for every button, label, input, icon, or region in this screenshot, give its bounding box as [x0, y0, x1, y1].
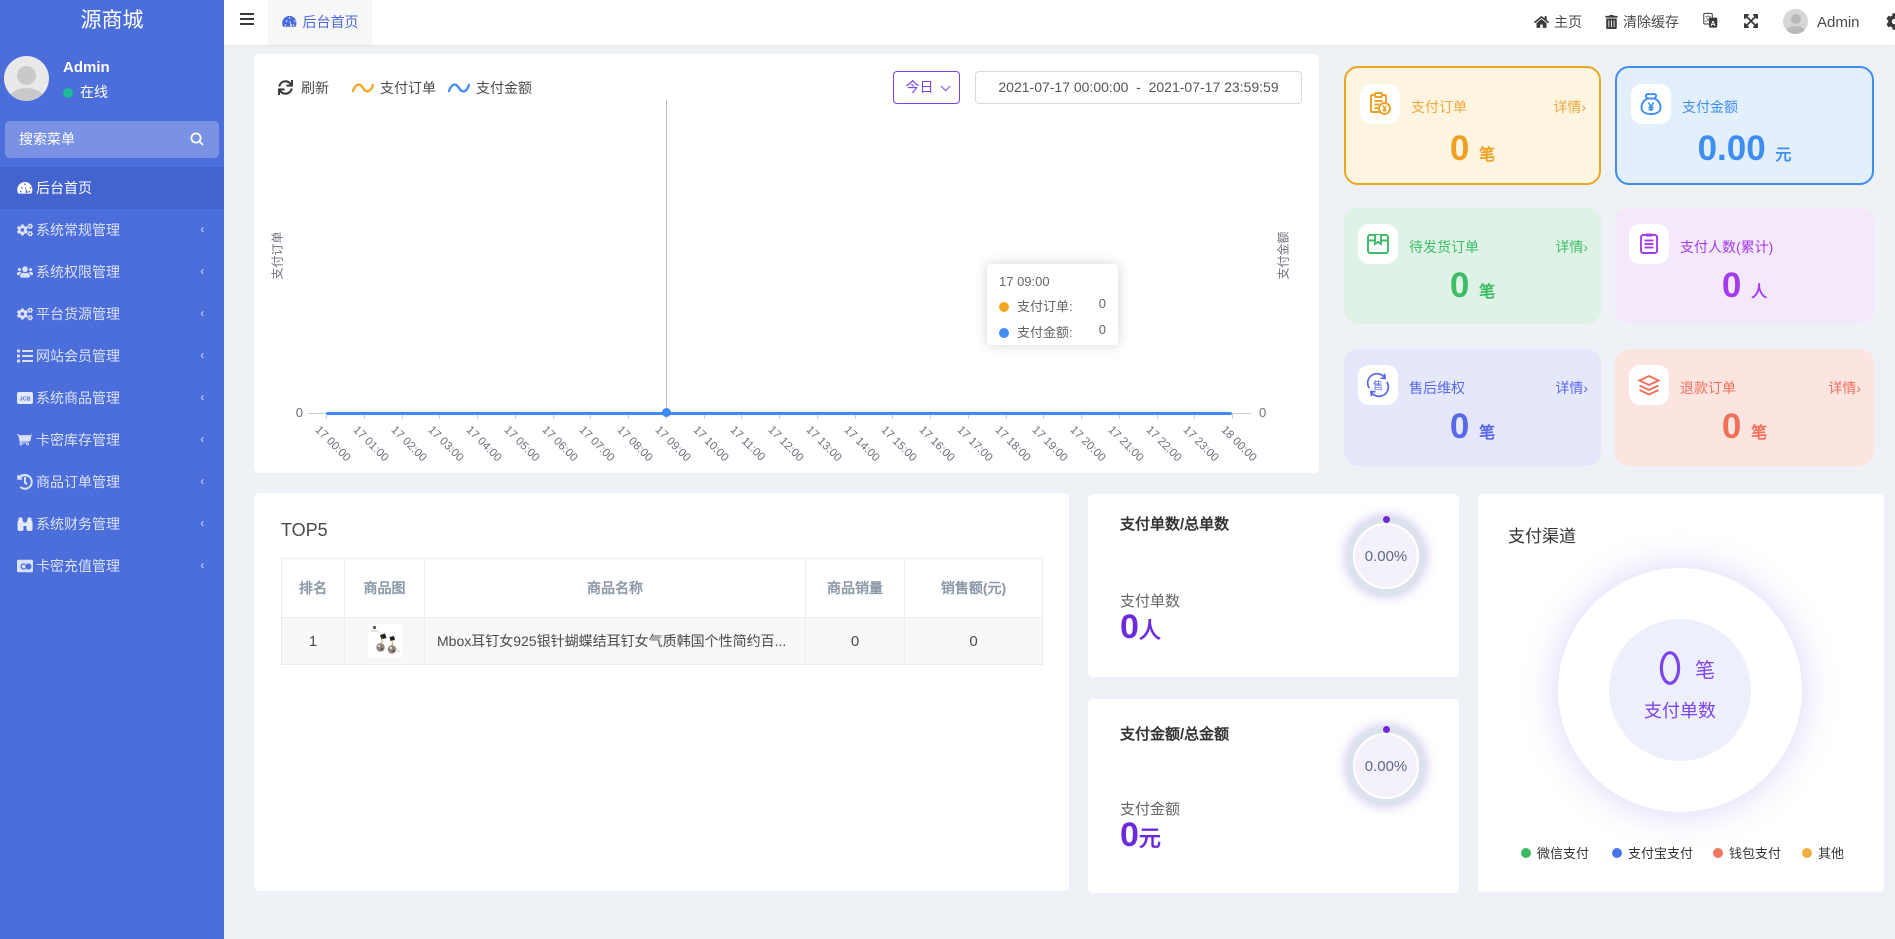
svg-text:A: A [1711, 20, 1716, 28]
svg-text:售: 售 [1373, 379, 1384, 392]
svg-text:JCB: JCB [19, 397, 30, 403]
